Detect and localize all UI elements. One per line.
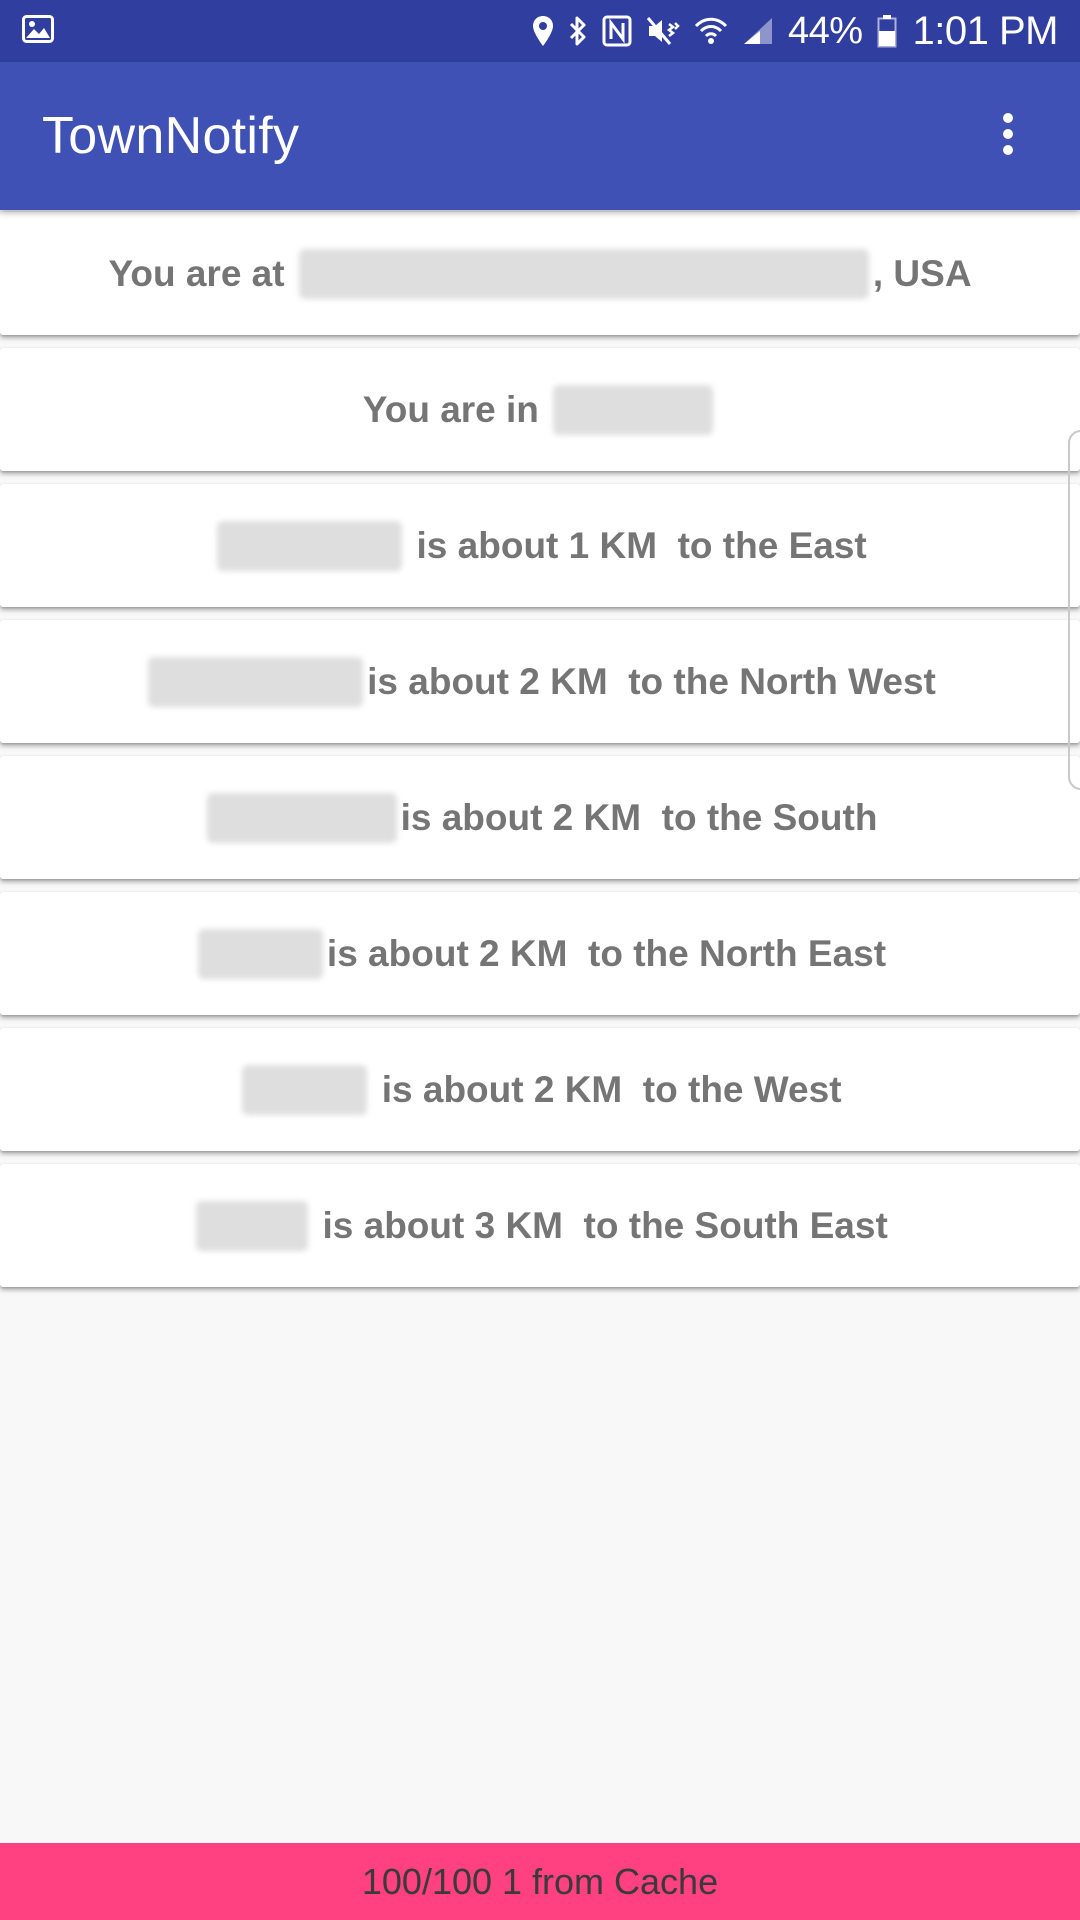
list-item[interactable]: is about 2 KM to the North West xyxy=(0,620,1080,743)
overflow-menu-button[interactable] xyxy=(978,91,1038,181)
cache-status-bar: 100/100 1 from Cache xyxy=(0,1843,1080,1920)
screen: 44% 1:01 PM TownNotify You are at , USA … xyxy=(0,0,1080,1920)
town-list: You are at , USA You are in is about 1 K… xyxy=(0,212,1080,1300)
card-prefix: You are at xyxy=(108,252,295,294)
card-text: is about 2 KM to the North West xyxy=(367,660,936,702)
nfc-icon xyxy=(602,15,632,47)
list-item[interactable]: is about 2 KM to the South xyxy=(0,756,1080,879)
redacted-town xyxy=(242,1064,368,1115)
redacted-town xyxy=(196,1200,309,1251)
current-address-card[interactable]: You are at , USA xyxy=(0,212,1080,335)
list-item[interactable]: is about 1 KM to the East xyxy=(0,484,1080,607)
battery-icon xyxy=(877,14,897,48)
clock: 1:01 PM xyxy=(912,8,1059,53)
redacted-town xyxy=(148,656,364,707)
app-bar: TownNotify xyxy=(0,62,1080,210)
card-text: is about 2 KM to the West xyxy=(371,1068,842,1110)
redacted-town xyxy=(217,520,403,571)
wifi-icon xyxy=(694,15,728,47)
current-town-card[interactable]: You are in xyxy=(0,348,1080,471)
card-prefix: You are in xyxy=(362,388,550,430)
app-title: TownNotify xyxy=(42,107,300,165)
redacted-town xyxy=(197,928,323,979)
card-text: is about 1 KM to the East xyxy=(406,524,867,566)
list-item[interactable]: is about 3 KM to the South East xyxy=(0,1164,1080,1287)
card-text: is about 2 KM to the North East xyxy=(326,932,887,974)
card-suffix: , USA xyxy=(872,252,972,294)
signal-icon xyxy=(742,16,774,46)
battery-percent: 44% xyxy=(787,9,863,52)
status-bar: 44% 1:01 PM xyxy=(0,0,1080,62)
more-vertical-icon xyxy=(1001,112,1015,161)
list-item[interactable]: is about 2 KM to the North East xyxy=(0,892,1080,1015)
location-icon xyxy=(532,15,554,47)
cache-status-text: 100/100 1 from Cache xyxy=(361,1860,719,1902)
list-item[interactable]: is about 2 KM to the West xyxy=(0,1028,1080,1151)
image-icon xyxy=(22,14,54,48)
mute-vibrate-icon xyxy=(646,15,680,47)
card-text: is about 3 KM to the South East xyxy=(312,1204,888,1246)
bluetooth-icon xyxy=(568,15,588,47)
edge-panel-handle[interactable] xyxy=(1068,430,1080,790)
redacted-town xyxy=(206,792,397,843)
card-text: is about 2 KM to the South xyxy=(400,796,878,838)
redacted-address xyxy=(298,248,869,299)
redacted-town xyxy=(553,384,714,435)
